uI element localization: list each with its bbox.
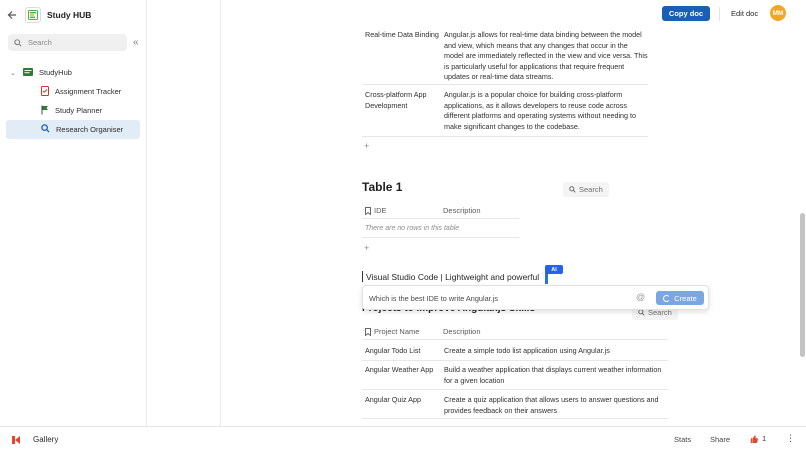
table-row[interactable]: Angular Weather App Build a weather appl… (362, 362, 668, 390)
scrollbar-thumb[interactable] (800, 213, 805, 357)
column-label: IDE (374, 206, 387, 215)
share-button[interactable]: Share (710, 435, 730, 444)
cell-feature[interactable]: Cross-platform App Development (365, 90, 440, 111)
column-header-ide[interactable]: IDE (365, 206, 387, 215)
cell-feature[interactable]: Real-time Data Binding (365, 30, 440, 41)
sidebar: Study HUB Search « ⌄ StudyHub Assignment… (0, 0, 147, 426)
tree-item-study-planner[interactable]: Study Planner (6, 101, 140, 120)
folder-icon (23, 67, 33, 78)
search-placeholder: Search (28, 38, 52, 47)
tree-item-studyhub[interactable]: ⌄ StudyHub (0, 63, 146, 82)
cell-description[interactable]: Angular.js is a popular choice for build… (444, 90, 648, 132)
table-row[interactable]: Angular Quiz App Create a quiz applicati… (362, 391, 668, 419)
ai-prompt-popup[interactable]: Which is the best IDE to write Angular.j… (362, 285, 709, 310)
cell-description[interactable]: Angular.js allows for real-time data bin… (444, 30, 648, 83)
table-row[interactable]: Angular Todo List Create a simple todo l… (362, 341, 668, 361)
ai-prompt-input[interactable]: Which is the best IDE to write Angular.j… (369, 294, 498, 303)
ai-badge: AI (545, 265, 563, 274)
table1-search-button[interactable]: Search (563, 182, 609, 197)
table-row[interactable]: Cross-platform App Development Angular.j… (362, 86, 648, 137)
tree-item-label: StudyHub (39, 68, 72, 77)
column-label: Project Name (374, 327, 420, 336)
cell-description[interactable]: Build a weather application that display… (444, 365, 666, 386)
column-header-description[interactable]: Description (443, 327, 481, 336)
cell-description[interactable]: Create a quiz application that allows us… (444, 395, 666, 416)
brand-logo-icon (12, 436, 20, 444)
more-options-icon[interactable]: ⋮ (786, 433, 795, 444)
column-header-project-name[interactable]: Project Name (365, 327, 419, 336)
page-tree: ⌄ StudyHub Assignment Tracker Study Plan… (0, 63, 146, 139)
search-icon (569, 186, 576, 193)
flag-icon (41, 105, 49, 117)
chevron-down-icon[interactable]: ⌄ (10, 69, 20, 77)
bottom-bar: Gallery Stats Share 1 ⋮ (0, 426, 806, 453)
cell-project-name[interactable]: Angular Weather App (365, 365, 440, 376)
projects-header: Project Name Description (362, 324, 668, 340)
copy-doc-button[interactable]: Copy doc (662, 6, 710, 21)
ai-selection-marker (545, 273, 548, 284)
ai-generated-text[interactable]: Visual Studio Code | Lightweight and pow… (362, 271, 539, 282)
thumbs-up-icon (750, 434, 758, 443)
top-toolbar: Copy doc Edit doc MM (147, 0, 806, 29)
stats-button[interactable]: Stats (674, 435, 691, 444)
bookmark-icon (365, 206, 371, 215)
tree-item-label: Study Planner (55, 106, 103, 115)
table1-title: Table 1 (362, 180, 403, 194)
like-button[interactable]: 1 (750, 434, 766, 443)
cell-description[interactable]: Create a simple todo list application us… (444, 346, 666, 357)
gallery-link[interactable]: Gallery (33, 435, 58, 444)
tree-item-label: Research Organiser (56, 125, 124, 134)
edit-doc-button[interactable]: Edit doc (731, 9, 758, 18)
search-icon (14, 38, 22, 47)
tree-item-label: Assignment Tracker (55, 87, 122, 96)
table-row[interactable]: Real-time Data Binding Angular.js allows… (362, 28, 648, 85)
app-title: Study HUB (47, 9, 92, 20)
column-header-description[interactable]: Description (443, 206, 481, 215)
create-label: Create (674, 293, 697, 303)
checklist-icon (41, 85, 49, 98)
text-caret (362, 271, 363, 282)
cell-project-name[interactable]: Angular Todo List (365, 346, 440, 357)
cell-project-name[interactable]: Angular Quiz App (365, 395, 440, 406)
search-label: Search (579, 185, 603, 194)
bookmark-icon (365, 327, 371, 336)
like-count: 1 (762, 434, 767, 443)
avatar[interactable]: MM (770, 5, 786, 21)
add-row-button[interactable]: + (364, 243, 369, 253)
magnifier-icon (41, 124, 50, 135)
sidebar-header: Study HUB (0, 0, 146, 29)
tree-item-research-organiser[interactable]: Research Organiser (6, 120, 140, 139)
mention-icon[interactable]: @ (636, 292, 645, 302)
table1-header: IDE Description (362, 203, 519, 219)
toolbar-divider (719, 7, 720, 21)
create-button[interactable]: Create (656, 291, 704, 305)
document-left-border (220, 0, 221, 426)
typed-text: Visual Studio Code | Lightweight and pow… (366, 271, 540, 282)
sidebar-search-input[interactable]: Search (8, 34, 127, 51)
collapse-sidebar-icon[interactable]: « (133, 37, 139, 48)
loading-spinner-icon (663, 294, 671, 302)
app-logo-icon (25, 6, 41, 23)
table-divider (362, 221, 519, 238)
tree-item-assignment-tracker[interactable]: Assignment Tracker (6, 82, 140, 101)
add-row-button[interactable]: + (364, 141, 369, 151)
search-icon (638, 309, 645, 316)
vertical-scrollbar[interactable] (799, 0, 806, 426)
back-arrow-icon[interactable] (6, 9, 18, 21)
